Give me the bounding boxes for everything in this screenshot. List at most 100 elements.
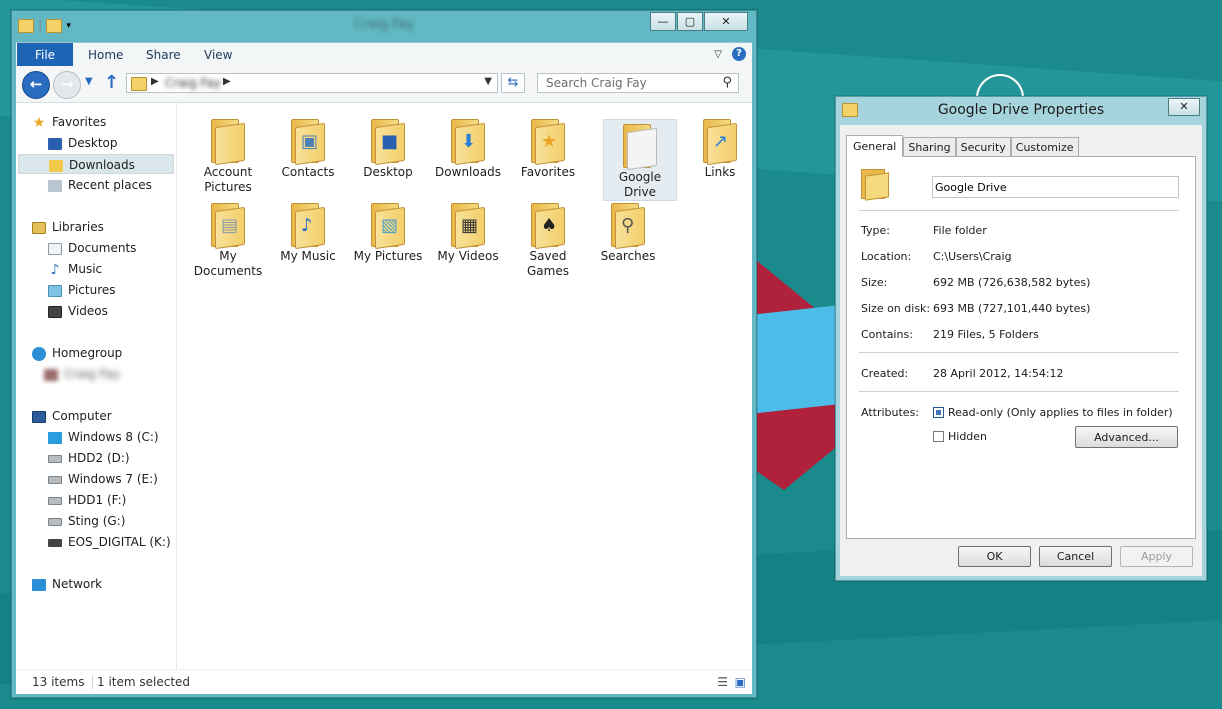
nav-label: Documents [68, 241, 137, 255]
folder-contacts[interactable]: ▣ Contacts [271, 115, 345, 180]
maximize-button[interactable]: ▢ [677, 12, 703, 31]
pictures-folder-icon: ▧ [371, 203, 405, 250]
folder-desktop[interactable]: ■ Desktop [351, 115, 425, 180]
nav-documents[interactable]: Documents [48, 238, 136, 258]
folder-my-music[interactable]: ♪ My Music [271, 199, 345, 264]
folder-account-pictures[interactable]: Account Pictures [191, 115, 265, 195]
ok-button[interactable]: OK [958, 546, 1031, 567]
nav-libraries[interactable]: Libraries [32, 217, 104, 237]
nav-label: Homegroup [52, 346, 123, 360]
nav-pictures[interactable]: Pictures [48, 280, 116, 300]
folder-links[interactable]: ↗ Links [683, 115, 757, 180]
details-view-icon[interactable]: ☰ [717, 675, 728, 689]
folder-my-videos[interactable]: ▦ My Videos [431, 199, 505, 264]
nav-homegroup-user[interactable]: Craig Fay [44, 364, 120, 384]
dialog-title: Google Drive Properties [937, 102, 1105, 118]
breadcrumb-arrow-icon[interactable]: ▶ [223, 76, 231, 87]
refresh-button[interactable]: ⇆ [501, 73, 525, 93]
search-box[interactable]: ⚲ [537, 73, 739, 93]
type-value: File folder [933, 224, 987, 237]
search-input[interactable] [538, 74, 718, 92]
nav-desktop[interactable]: Desktop [48, 133, 118, 153]
checkbox-empty-icon [933, 431, 944, 442]
cancel-button[interactable]: Cancel [1039, 546, 1112, 567]
status-divider [92, 675, 93, 689]
homegroup-icon [32, 346, 46, 361]
tab-security[interactable]: Security [955, 137, 1011, 156]
nav-network[interactable]: Network [32, 574, 102, 594]
contains-label: Contains: [861, 328, 913, 341]
folder-favorites[interactable]: ★ Favorites [511, 115, 585, 180]
breadcrumb-user[interactable]: Craig Fay [165, 76, 221, 90]
nav-drive-e[interactable]: Windows 7 (E:) [48, 469, 158, 489]
address-folder-icon [131, 77, 147, 91]
back-button[interactable]: ← [22, 71, 50, 99]
folder-label: Google [618, 170, 662, 184]
nav-drive-k[interactable]: EOS_DIGITAL (K:) [48, 532, 171, 552]
folder-name-field[interactable] [932, 176, 1179, 198]
nav-computer[interactable]: Computer [32, 406, 112, 426]
nav-drive-c[interactable]: Windows 8 (C:) [48, 427, 159, 447]
expand-ribbon-icon[interactable]: ▽ [714, 49, 722, 60]
folder-google-drive[interactable]: Google Drive [603, 119, 677, 201]
nav-drive-g[interactable]: Sting (G:) [48, 511, 125, 531]
folder-label: Documents [193, 264, 263, 278]
folder-saved-games[interactable]: ♠ Saved Games [511, 199, 585, 279]
recent-locations-icon[interactable]: ▼ [85, 76, 93, 87]
libraries-icon [32, 221, 46, 234]
folder-label: Saved [529, 249, 567, 263]
close-button[interactable]: ✕ [704, 12, 748, 31]
pictures-icon [48, 284, 62, 297]
advanced-button[interactable]: Advanced... [1075, 426, 1178, 448]
nav-label: EOS_DIGITAL (K:) [68, 535, 171, 549]
breadcrumb-arrow-icon[interactable]: ▶ [151, 76, 159, 87]
nav-videos[interactable]: Videos [48, 301, 108, 321]
tab-file[interactable]: File [17, 43, 73, 67]
links-folder-icon: ↗ [703, 119, 737, 166]
divider [859, 391, 1179, 392]
nav-drive-f[interactable]: HDD1 (F:) [48, 490, 126, 510]
tab-share[interactable]: Share [134, 43, 193, 67]
nav-homegroup[interactable]: Homegroup [32, 343, 122, 363]
hard-drive-icon [48, 475, 62, 484]
hidden-checkbox[interactable]: Hidden [933, 430, 987, 443]
folder-my-pictures[interactable]: ▧ My Pictures [351, 199, 425, 264]
nav-recent-places[interactable]: Recent places [48, 175, 152, 195]
contains-value: 219 Files, 5 Folders [933, 328, 1039, 341]
nav-label: Craig Fay [64, 367, 120, 381]
tab-customize[interactable]: Customize [1010, 137, 1079, 156]
dialog-close-button[interactable]: ✕ [1168, 98, 1200, 116]
tab-general[interactable]: General [846, 135, 904, 157]
nav-music[interactable]: ♪ Music [48, 259, 103, 279]
tab-home[interactable]: Home [76, 43, 135, 67]
readonly-checkbox[interactable]: Read-only (Only applies to files in fold… [933, 406, 1173, 419]
search-icon[interactable]: ⚲ [722, 75, 732, 90]
help-icon[interactable]: ? [732, 47, 746, 61]
star-icon: ★ [32, 114, 46, 131]
created-value: 28 April 2012, 14:54:12 [933, 367, 1064, 380]
large-icons-view-icon[interactable]: ▣ [735, 675, 746, 689]
tab-view[interactable]: View [192, 43, 244, 67]
folder-my-documents[interactable]: ▤ My Documents [191, 199, 265, 279]
folder-label: Searches [600, 249, 656, 263]
nav-drive-d[interactable]: HDD2 (D:) [48, 448, 130, 468]
minimize-button[interactable]: — [650, 12, 676, 31]
tab-sharing[interactable]: Sharing [903, 137, 956, 156]
location-label: Location: [861, 250, 912, 263]
folder-searches[interactable]: ⚲ Searches [591, 199, 665, 264]
address-bar[interactable]: ▶ Craig Fay ▶ ▼ [126, 73, 498, 93]
up-arrow-icon[interactable]: ↑ [104, 72, 119, 93]
address-dropdown-icon[interactable]: ▼ [484, 76, 492, 87]
folder-label: Favorites [520, 165, 576, 179]
folder-label: Desktop [363, 165, 413, 179]
size-label: Size: [861, 276, 888, 289]
nav-downloads[interactable]: Downloads [18, 154, 174, 174]
explorer-titlebar[interactable]: | ▾ Craig Fay — ▢ ✕ [12, 11, 756, 41]
forward-button[interactable]: → [53, 71, 81, 99]
hard-drive-icon [48, 517, 62, 526]
apply-button[interactable]: Apply [1120, 546, 1193, 567]
nav-favorites[interactable]: ★ Favorites [32, 112, 107, 132]
folder-downloads[interactable]: ⬇ Downloads [431, 115, 505, 180]
videos-icon [48, 305, 62, 318]
nav-label: Sting (G:) [68, 514, 126, 528]
